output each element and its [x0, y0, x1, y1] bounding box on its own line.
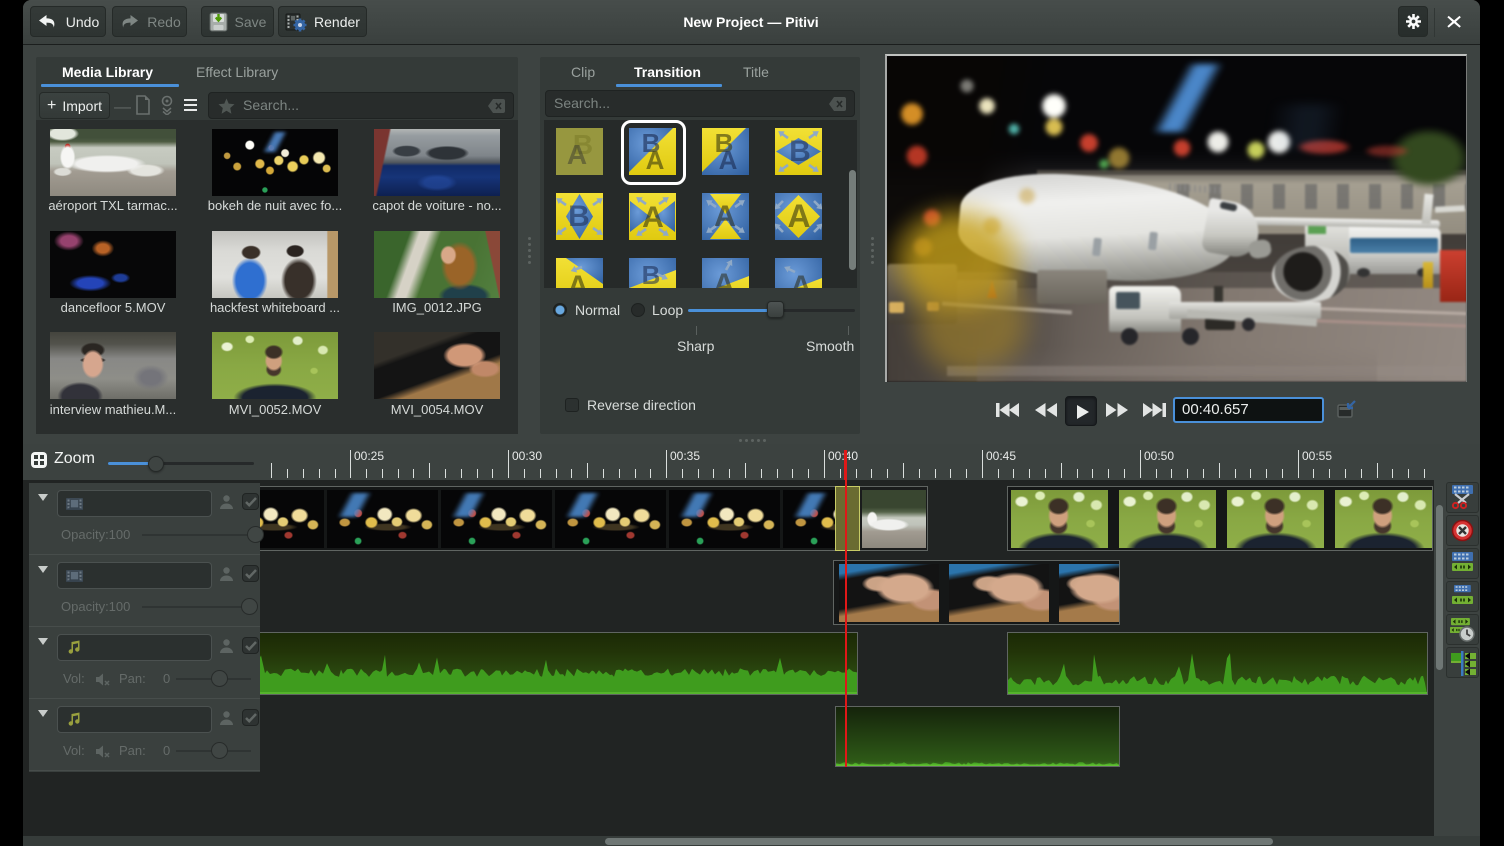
svg-text:B: B [568, 200, 590, 233]
svg-text:A: A [713, 268, 735, 288]
svg-text:A: A [567, 139, 587, 170]
svg-text:A: A [719, 145, 738, 175]
svg-text:A: A [790, 270, 812, 288]
svg-text:A: A [787, 198, 810, 234]
svg-text:A: A [714, 200, 736, 233]
svg-text:B: B [642, 260, 661, 288]
svg-text:A: A [567, 270, 589, 288]
svg-text:A: A [642, 201, 664, 234]
svg-text:B: B [789, 135, 811, 168]
svg-text:A: A [646, 145, 665, 175]
